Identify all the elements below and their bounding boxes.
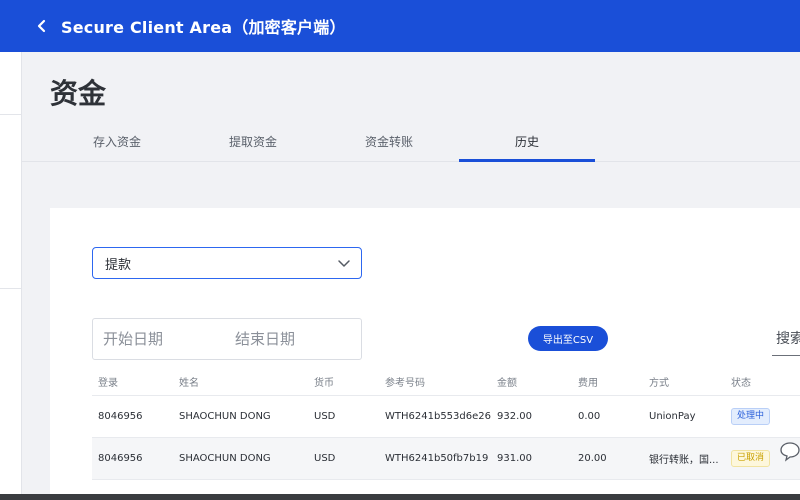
end-date-input[interactable] <box>235 321 361 357</box>
tab-deposit[interactable]: 存入资金 <box>72 122 162 160</box>
back-button[interactable] <box>25 0 59 52</box>
col-header-currency[interactable]: 货币 <box>314 368 382 395</box>
transaction-type-select[interactable]: 提款 <box>92 247 362 279</box>
top-bar: Secure Client Area（加密客户端） <box>0 0 800 52</box>
start-date-input[interactable] <box>103 321 229 357</box>
tab-bar: 存入资金 提取资金 资金转账 历史 <box>22 122 800 162</box>
cell-reference: WTH6241b553d6e26 <box>385 411 491 422</box>
tab-withdraw[interactable]: 提取资金 <box>208 122 298 160</box>
status-badge: 处理中 <box>731 408 771 425</box>
export-csv-button[interactable]: 导出至CSV <box>528 326 608 351</box>
table-row[interactable]: 8046956 SHAOCHUN DONG USD WTH6241b553d6e… <box>92 396 800 438</box>
col-header-login[interactable]: 登录 <box>98 368 172 395</box>
table-row[interactable]: 8046956 SHAOCHUN DONG USD WTH6241b50fb7b… <box>92 438 800 480</box>
col-header-name[interactable]: 姓名 <box>179 368 309 395</box>
chevron-left-icon <box>37 19 46 33</box>
sidebar-strip <box>0 52 22 500</box>
history-card: 提款 导出至CSV 登录 姓名 货币 参考号码 金额 费用 方式 状态 8046… <box>50 208 800 500</box>
col-header-reference[interactable]: 参考号码 <box>385 368 493 395</box>
cell-currency: USD <box>314 453 336 464</box>
select-value: 提款 <box>105 257 132 273</box>
cell-amount: 931.00 <box>497 453 532 464</box>
tab-history[interactable]: 历史 <box>459 122 595 162</box>
cell-login: 8046956 <box>98 411 143 422</box>
col-header-method[interactable]: 方式 <box>649 368 727 395</box>
col-header-status[interactable]: 状态 <box>731 368 800 395</box>
col-header-amount[interactable]: 金额 <box>497 368 577 395</box>
table-header: 登录 姓名 货币 参考号码 金额 费用 方式 状态 <box>92 368 800 396</box>
cell-fee: 0.00 <box>578 411 601 422</box>
cell-status: 处理中 <box>731 396 800 437</box>
cell-amount: 932.00 <box>497 411 532 422</box>
cell-reference: WTH6241b50fb7b19 <box>385 453 489 464</box>
bottom-bar <box>0 494 800 500</box>
divider <box>0 288 21 289</box>
cell-name: SHAOCHUN DONG <box>179 411 271 422</box>
cell-login: 8046956 <box>98 453 143 464</box>
chevron-down-icon <box>338 260 350 267</box>
history-table: 登录 姓名 货币 参考号码 金额 费用 方式 状态 8046956 SHAOCH… <box>92 368 800 480</box>
cell-currency: USD <box>314 411 336 422</box>
page-title: 资金 <box>50 77 107 110</box>
search-input[interactable] <box>772 322 800 356</box>
col-header-fee[interactable]: 费用 <box>578 368 648 395</box>
status-badge: 已取消 <box>731 450 771 467</box>
app-title: Secure Client Area（加密客户端） <box>61 18 346 37</box>
date-range-picker <box>92 318 362 360</box>
cell-method: UnionPay <box>649 411 696 422</box>
chat-bubble-icon[interactable] <box>780 440 800 462</box>
cell-name: SHAOCHUN DONG <box>179 453 271 464</box>
cell-fee: 20.00 <box>578 453 607 464</box>
tab-transfer[interactable]: 资金转账 <box>344 122 434 160</box>
divider <box>0 114 21 115</box>
cell-method: 银行转账，国... <box>649 455 719 466</box>
